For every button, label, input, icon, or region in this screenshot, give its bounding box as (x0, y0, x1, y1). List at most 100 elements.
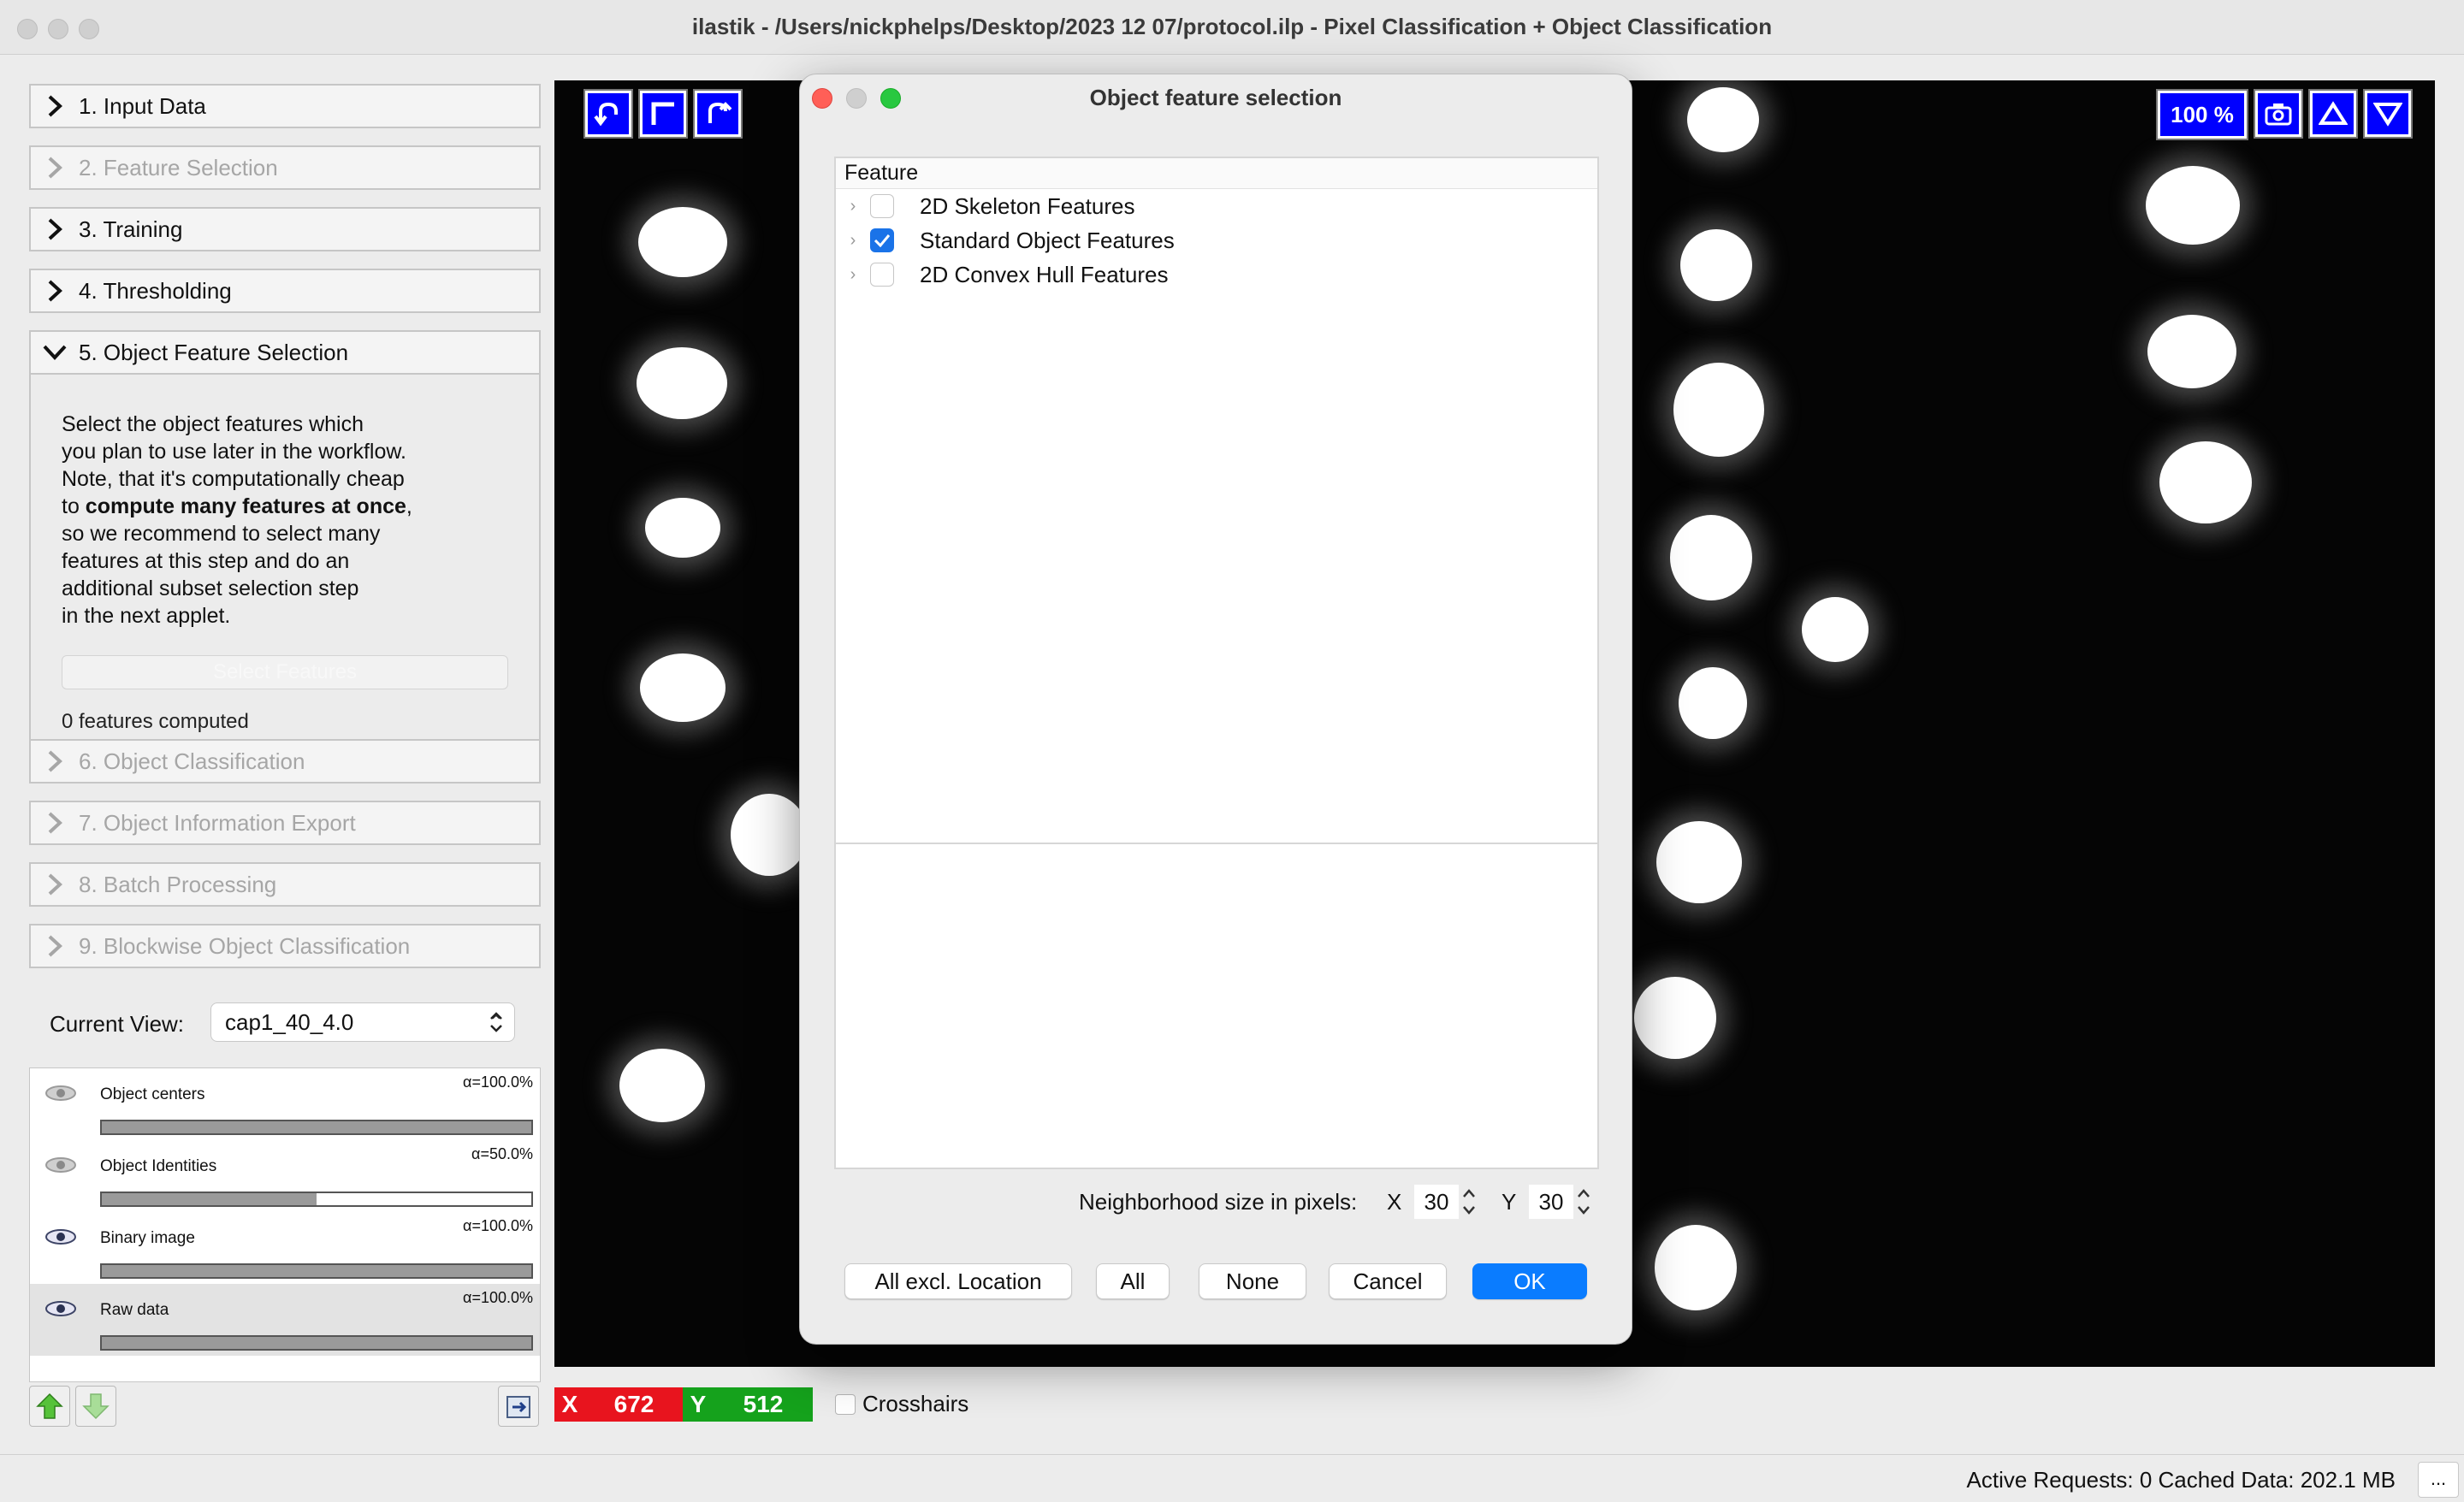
status-bar: Active Requests: 0 Cached Data: 202.1 MB… (0, 1454, 2464, 1502)
restore-view-button[interactable] (2363, 89, 2413, 139)
neighborhood-x-spinbox[interactable]: 30 (1414, 1185, 1459, 1219)
object-feature-selection-dialog: Object feature selection Feature › 2D Sk… (799, 74, 1632, 1345)
camera-icon (2265, 103, 2292, 126)
layer-alpha: α=50.0% (471, 1145, 533, 1162)
undo-icon (594, 102, 618, 127)
applet-label: 8. Batch Processing (79, 871, 277, 897)
export-icon (506, 1396, 530, 1418)
layer-list: Object centers α=100.0% Object Identitie… (29, 1067, 541, 1382)
applet-thresholding[interactable]: 4. Thresholding (29, 269, 541, 313)
layer-name: Object centers (100, 1085, 205, 1103)
opacity-slider[interactable] (100, 1335, 533, 1351)
triangle-up-icon (2319, 101, 2348, 125)
cell-blob (2159, 441, 2252, 523)
feature-label: 2D Skeleton Features (920, 192, 1135, 219)
layer-row-object-centers[interactable]: Object centers α=100.0% (30, 1068, 540, 1140)
layer-row-binary-image[interactable]: Binary image α=100.0% (30, 1212, 540, 1284)
eye-icon[interactable] (44, 1299, 78, 1322)
applet-blockwise-object-classification[interactable]: 9. Blockwise Object Classification (29, 924, 541, 968)
cell-blob (1680, 229, 1752, 301)
neighborhood-y-spinbox[interactable]: 30 (1529, 1185, 1573, 1219)
applet-label: 6. Object Classification (79, 748, 305, 774)
undo-button[interactable] (583, 89, 633, 139)
x-value: 672 (613, 1391, 654, 1417)
ok-button[interactable]: OK (1472, 1263, 1587, 1299)
feature-checkbox[interactable] (870, 228, 894, 252)
chevron-right-icon (31, 218, 79, 240)
cell-blob (1670, 515, 1752, 600)
zoom-level-button[interactable]: 100 % (2156, 89, 2248, 140)
applet-training[interactable]: 3. Training (29, 207, 541, 251)
eye-icon[interactable] (44, 1227, 78, 1251)
move-layer-up-button[interactable] (29, 1386, 70, 1427)
feature-label: Standard Object Features (920, 227, 1175, 253)
status-more-button[interactable]: ... (2418, 1462, 2459, 1498)
chevron-right-icon[interactable]: › (836, 197, 870, 216)
applet-object-classification[interactable]: 6. Object Classification (29, 739, 541, 784)
all-excl-location-button[interactable]: All excl. Location (844, 1263, 1072, 1299)
none-button[interactable]: None (1199, 1263, 1306, 1299)
desc-line: in the next applet. (62, 604, 231, 628)
chevron-right-icon (31, 750, 79, 772)
y-spin-arrows-icon[interactable] (1575, 1183, 1592, 1221)
redo-icon (708, 102, 732, 123)
layer-name: Object Identities (100, 1157, 217, 1175)
desc-line: to compute many features at once, (62, 493, 524, 520)
chevron-right-icon[interactable]: › (836, 231, 870, 251)
applet-object-feature-selection[interactable]: 5. Object Feature Selection (29, 330, 541, 375)
applet-label: 3. Training (79, 216, 183, 242)
current-view-value: cap1_40_4.0 (225, 1009, 354, 1035)
eye-icon[interactable] (44, 1156, 78, 1179)
screenshot-button[interactable] (2254, 89, 2303, 139)
opacity-fill (102, 1337, 531, 1349)
move-layer-down-button[interactable] (75, 1386, 116, 1427)
layer-row-object-identities[interactable]: Object Identities α=50.0% (30, 1140, 540, 1212)
redo-button[interactable] (693, 89, 743, 139)
opacity-slider[interactable] (100, 1263, 533, 1279)
select-arrows-icon (490, 1012, 502, 1032)
column-header[interactable]: Feature (836, 158, 1597, 189)
window-titlebar: ilastik - /Users/nickphelps/Desktop/2023… (0, 0, 2464, 55)
neighborhood-label: Neighborhood size in pixels: (1079, 1189, 1358, 1215)
crop-button[interactable] (638, 89, 688, 139)
feature-checkbox[interactable] (870, 194, 894, 218)
feature-row-standard[interactable]: › Standard Object Features (836, 223, 1597, 257)
applet-feature-selection[interactable]: 2. Feature Selection (29, 145, 541, 190)
applet-input-data[interactable]: 1. Input Data (29, 84, 541, 128)
cell-blob (619, 1049, 705, 1122)
export-layer-button[interactable] (498, 1386, 539, 1427)
cell-blob (640, 653, 726, 722)
feature-row-convex-hull[interactable]: › 2D Convex Hull Features (836, 257, 1597, 292)
all-button[interactable]: All (1096, 1263, 1170, 1299)
opacity-fill (102, 1265, 531, 1277)
crosshairs-label: Crosshairs (862, 1391, 969, 1416)
eye-icon[interactable] (44, 1084, 78, 1107)
chevron-right-icon (31, 95, 79, 117)
x-spin-arrows-icon[interactable] (1460, 1183, 1478, 1221)
select-features-button[interactable]: Select Features (62, 655, 508, 689)
feature-row-skeleton[interactable]: › 2D Skeleton Features (836, 189, 1597, 223)
applet-object-information-export[interactable]: 7. Object Information Export (29, 801, 541, 845)
crosshairs-checkbox[interactable] (835, 1394, 856, 1415)
applet-label: 4. Thresholding (79, 277, 232, 304)
opacity-slider[interactable] (100, 1120, 533, 1135)
feature-checkbox[interactable] (870, 263, 894, 287)
chevron-right-icon[interactable]: › (836, 265, 870, 285)
layer-name: Binary image (100, 1229, 195, 1247)
chevron-down-icon (31, 344, 79, 361)
applet-label: 2. Feature Selection (79, 154, 278, 180)
dialog-titlebar: Object feature selection (800, 74, 1632, 122)
arrow-up-icon (36, 1393, 63, 1419)
cell-blob (1687, 87, 1759, 152)
applet-batch-processing[interactable]: 8. Batch Processing (29, 862, 541, 907)
cancel-button[interactable]: Cancel (1329, 1263, 1447, 1299)
opacity-fill (102, 1193, 317, 1205)
chevron-right-icon (31, 873, 79, 896)
features-count-label: 0 features computed (62, 710, 249, 733)
maximize-view-button[interactable] (2308, 89, 2358, 139)
triangle-down-icon (2373, 103, 2402, 127)
desc-line: so we recommend to select many (62, 522, 381, 546)
layer-row-raw-data[interactable]: Raw data α=100.0% (30, 1284, 540, 1356)
current-view-select[interactable]: cap1_40_4.0 ⌃ (210, 1002, 515, 1042)
opacity-slider[interactable] (100, 1192, 533, 1207)
